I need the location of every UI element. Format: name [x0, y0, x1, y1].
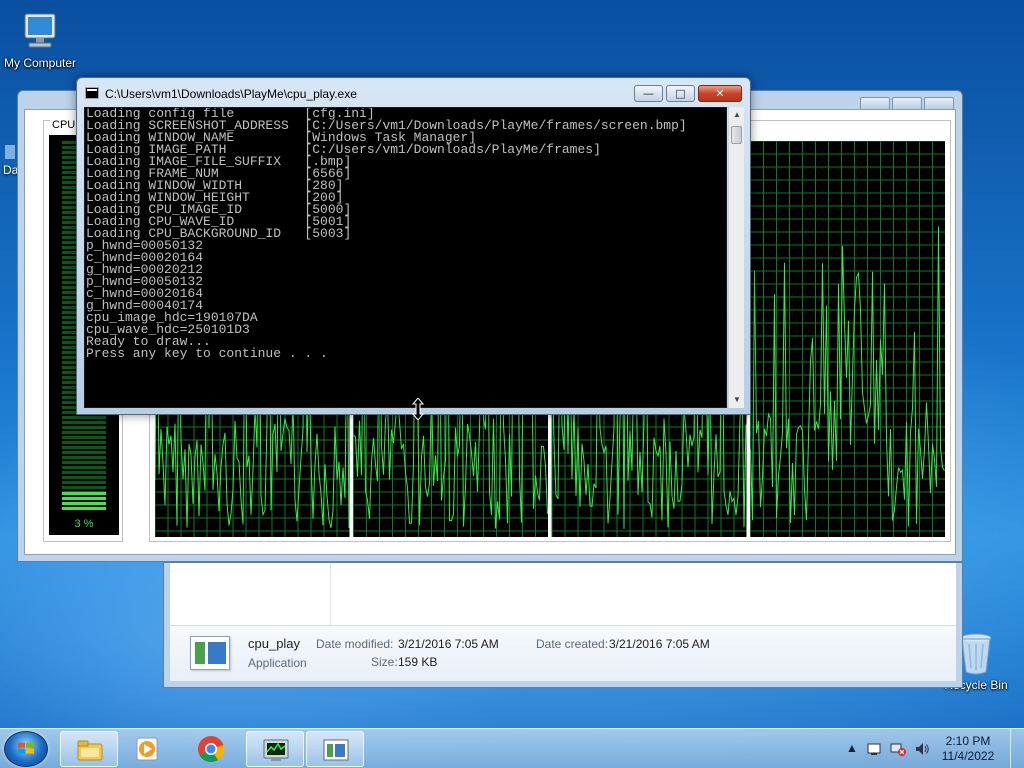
show-hidden-icons-chevron-icon[interactable]: ▲: [844, 741, 860, 757]
start-button[interactable]: [4, 731, 48, 767]
taskbar-task-manager[interactable]: [246, 731, 304, 767]
show-desktop-button[interactable]: [1010, 729, 1024, 768]
network-error-icon[interactable]: [890, 741, 906, 757]
date-modified-value: 3/21/2016 7:05 AM: [398, 637, 499, 651]
system-clock[interactable]: 2:10 PM 11/4/2022: [938, 734, 998, 764]
date-modified-label: Date modified:: [316, 637, 394, 651]
chrome-icon: [198, 736, 225, 763]
desktop-icon-my-computer[interactable]: My Computer: [0, 8, 80, 70]
console-window[interactable]: C:\Users\vm1\Downloads\PlayMe\cpu_play.e…: [76, 77, 751, 415]
volume-icon[interactable]: [914, 741, 930, 757]
date-created-value: 3/21/2016 7:05 AM: [609, 637, 710, 651]
scrollbar-thumb[interactable]: [731, 126, 742, 144]
taskbar-media-player[interactable]: [118, 731, 176, 767]
console-window-title: C:\Users\vm1\Downloads\PlayMe\cpu_play.e…: [105, 87, 357, 101]
explorer-window[interactable]: cpu_play Application Date modified: 3/21…: [163, 562, 963, 688]
console-vertical-scrollbar[interactable]: ▲ ▼: [728, 107, 744, 408]
scroll-up-arrow-icon[interactable]: ▲: [729, 107, 745, 123]
date-created-label: Date created:: [536, 637, 609, 651]
console-caption-buttons: — □ ✕: [634, 85, 742, 102]
application-file-icon: [190, 636, 230, 670]
console-window-icon: [85, 87, 99, 99]
partial-desktop-icon[interactable]: [5, 145, 15, 159]
taskbar: ▲ 2:10 PM 11/4/2022: [0, 728, 1024, 768]
minimize-button[interactable]: —: [634, 85, 663, 102]
cpu-meter-fill: [62, 492, 106, 511]
taskbar-windows-explorer[interactable]: [60, 731, 118, 767]
explorer-pane-divider[interactable]: [330, 563, 331, 625]
maximize-button[interactable]: □: [666, 85, 695, 102]
action-center-flag-icon[interactable]: [866, 741, 882, 757]
taskbar-console-app[interactable]: [306, 731, 364, 767]
file-name: cpu_play: [248, 636, 301, 651]
task-manager-icon: [263, 739, 289, 761]
console-line: Press any key to continue . . .: [86, 346, 328, 361]
clock-time: 2:10 PM: [945, 734, 991, 748]
file-type: Application: [248, 656, 307, 670]
clock-date: 11/4/2022: [941, 749, 995, 763]
media-player-icon: [136, 737, 158, 761]
console-output-area[interactable]: Loading config file [cfg.ini] Loading SCR…: [84, 107, 727, 408]
taskbar-chrome[interactable]: [182, 731, 240, 767]
console-app-icon: [323, 739, 349, 761]
cpu-usage-percent: 3 %: [74, 518, 94, 530]
computer-icon: [24, 13, 56, 48]
details-pane: cpu_play Application Date modified: 3/21…: [170, 625, 956, 681]
windows-explorer-icon: [77, 740, 103, 761]
scroll-down-arrow-icon[interactable]: ▼: [729, 392, 745, 408]
windows-logo-icon: [18, 742, 34, 754]
resize-cursor-icon: [412, 398, 424, 420]
desktop-icon-label: My Computer: [3, 56, 77, 70]
size-label: Size:: [371, 655, 398, 669]
cpu-history-panel: [750, 141, 945, 537]
console-output-text: Loading config file [cfg.ini] Loading SCR…: [86, 108, 687, 360]
size-value: 159 KB: [398, 655, 438, 669]
close-button[interactable]: ✕: [698, 85, 742, 102]
